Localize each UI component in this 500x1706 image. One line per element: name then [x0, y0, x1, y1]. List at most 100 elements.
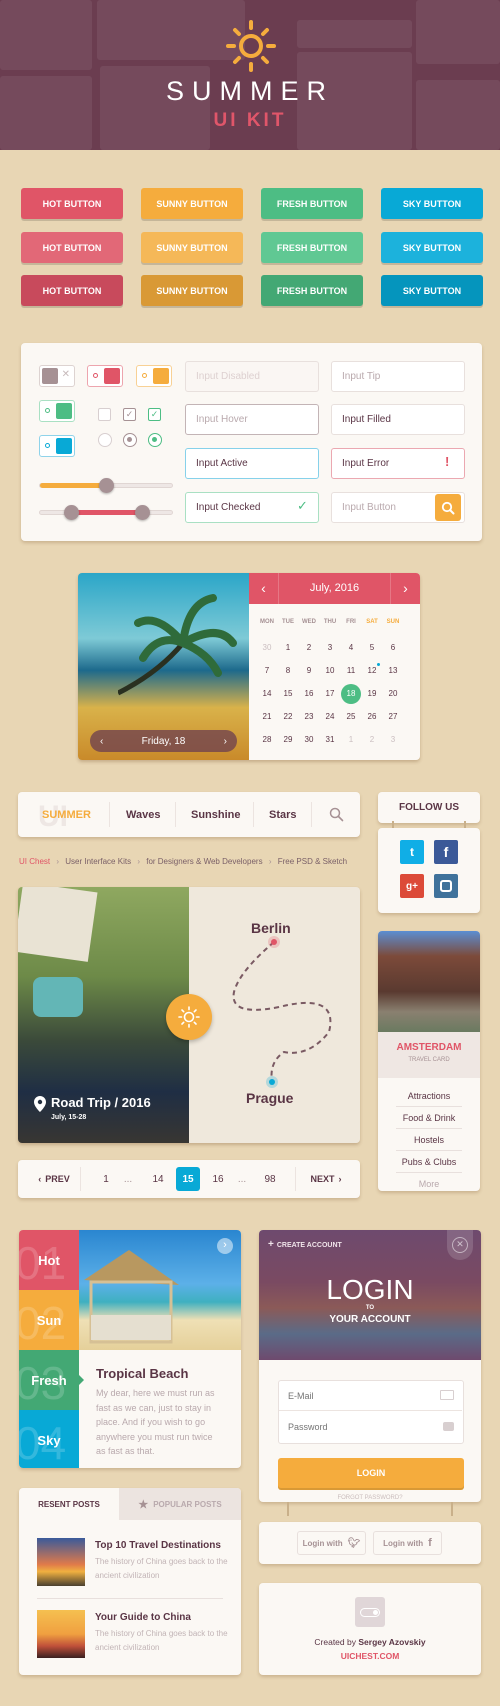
menu-item-attractions[interactable]: Attractions	[396, 1086, 462, 1107]
calendar-day[interactable]: 12	[362, 663, 382, 679]
calendar-day[interactable]: 11	[341, 663, 361, 679]
next-day-button[interactable]: ›	[224, 736, 227, 747]
next-month-button[interactable]: ›	[390, 573, 420, 604]
calendar-day[interactable]: 20	[383, 686, 403, 702]
post-title[interactable]: Your Guide to China	[95, 1612, 191, 1623]
login-with-facebook-button[interactable]: Login with f	[373, 1531, 442, 1555]
toggle-hot[interactable]	[87, 365, 123, 387]
page-14[interactable]: 14	[146, 1160, 170, 1198]
close-button[interactable]: ✕	[447, 1230, 473, 1260]
next-slide-button[interactable]: ›	[217, 1238, 233, 1254]
fresh-button[interactable]: FRESH BUTTON	[261, 188, 363, 219]
calendar-day[interactable]: 15	[278, 686, 298, 702]
nav-item-summer[interactable]: SUMMER	[42, 792, 91, 837]
breadcrumb-item-home[interactable]: UI Chest	[19, 857, 50, 866]
next-page-button[interactable]: NEXT ›	[304, 1160, 348, 1198]
calendar-day[interactable]: 21	[257, 709, 277, 725]
tab-sky[interactable]: 04 Sky	[19, 1410, 79, 1468]
range-slider-high-thumb[interactable]	[135, 505, 151, 520]
google-plus-icon[interactable]: g+	[400, 874, 424, 898]
input-filled[interactable]: Input Filled	[331, 404, 465, 435]
forgot-password-link[interactable]: FORGOT PASSWORD?	[259, 1495, 481, 1501]
twitter-icon[interactable]: t	[400, 840, 424, 864]
calendar-day[interactable]: 5	[362, 640, 382, 656]
sunny-button[interactable]: SUNNY BUTTON	[141, 188, 243, 219]
calendar-day[interactable]: 22	[278, 709, 298, 725]
nav-item-waves[interactable]: Waves	[126, 792, 160, 837]
calendar-day[interactable]: 26	[362, 709, 382, 725]
fresh-button-hover[interactable]: FRESH BUTTON	[261, 232, 363, 263]
calendar-day[interactable]: 2	[362, 732, 382, 748]
calendar-day[interactable]: 1	[278, 640, 298, 656]
calendar-day[interactable]: 30	[257, 640, 277, 656]
hot-button[interactable]: HOT BUTTON	[21, 188, 123, 219]
calendar-day[interactable]: 1	[341, 732, 361, 748]
toggle-fresh[interactable]	[39, 400, 75, 422]
menu-item-hostels[interactable]: Hostels	[396, 1130, 462, 1151]
sky-button[interactable]: SKY BUTTON	[381, 188, 483, 219]
create-account-link[interactable]: + CREATE ACCOUNT	[268, 1239, 342, 1250]
sunny-button-pressed[interactable]: SUNNY BUTTON	[141, 275, 243, 306]
login-with-twitter-button[interactable]: Login with 🐦︎	[297, 1531, 366, 1555]
sunny-button-hover[interactable]: SUNNY BUTTON	[141, 232, 243, 263]
calendar-day[interactable]: 13	[383, 663, 403, 679]
tab-sun[interactable]: 02 Sun	[19, 1290, 79, 1350]
radio-selected-green[interactable]	[148, 433, 162, 447]
menu-item-food-drink[interactable]: Food & Drink	[396, 1108, 462, 1129]
weather-button[interactable]	[166, 994, 212, 1040]
input-hover[interactable]: Input Hover	[185, 404, 319, 435]
range-slider-low-thumb[interactable]	[64, 505, 80, 520]
post-title[interactable]: Top 10 Travel Destinations	[95, 1540, 221, 1551]
range-slider-track[interactable]	[39, 510, 173, 515]
radio-selected[interactable]	[123, 433, 137, 447]
slider-thumb[interactable]	[99, 478, 114, 493]
page-1[interactable]: 1	[96, 1160, 116, 1198]
input-active[interactable]: Input Active	[185, 448, 319, 479]
checkbox-checked[interactable]: ✓	[123, 408, 136, 421]
calendar-day[interactable]: 4	[341, 640, 361, 656]
calendar-day[interactable]: 31	[320, 732, 340, 748]
calendar-day[interactable]: 29	[278, 732, 298, 748]
calendar-day[interactable]: 19	[362, 686, 382, 702]
calendar-day[interactable]: 16	[299, 686, 319, 702]
page-16[interactable]: 16	[206, 1160, 230, 1198]
tab-fresh-active[interactable]: 03 Fresh	[19, 1350, 84, 1410]
page-98[interactable]: 98	[258, 1160, 282, 1198]
breadcrumb-item[interactable]: for Designers & Web Developers	[146, 857, 262, 866]
calendar-day[interactable]: 24	[320, 709, 340, 725]
tab-recent-posts[interactable]: RESENT POSTS	[19, 1488, 119, 1520]
calendar-day[interactable]: 2	[299, 640, 319, 656]
prev-page-button[interactable]: ‹ PREV	[32, 1160, 76, 1198]
calendar-day[interactable]: 9	[299, 663, 319, 679]
calendar-day[interactable]: 14	[257, 686, 277, 702]
calendar-day-selected[interactable]: 18	[341, 684, 361, 704]
site-link[interactable]: UICHEST.COM	[259, 1651, 481, 1661]
calendar-day[interactable]: 25	[341, 709, 361, 725]
toggle-sunny[interactable]	[136, 365, 172, 387]
search-button[interactable]	[435, 494, 461, 521]
sky-button-hover[interactable]: SKY BUTTON	[381, 232, 483, 263]
toggle-off[interactable]: ✕	[39, 365, 75, 387]
calendar-day[interactable]: 17	[320, 686, 340, 702]
calendar-day[interactable]: 28	[257, 732, 277, 748]
calendar-day[interactable]: 8	[278, 663, 298, 679]
menu-item-pubs-clubs[interactable]: Pubs & Clubs	[396, 1152, 462, 1173]
calendar-day[interactable]: 23	[299, 709, 319, 725]
sky-button-pressed[interactable]: SKY BUTTON	[381, 275, 483, 306]
login-button[interactable]: LOGIN	[278, 1458, 464, 1488]
email-input[interactable]	[279, 1381, 462, 1411]
input-tip[interactable]: Input Tip	[331, 361, 465, 392]
page-15-current[interactable]: 15	[176, 1167, 200, 1191]
password-input[interactable]	[279, 1412, 462, 1442]
calendar-day[interactable]: 30	[299, 732, 319, 748]
calendar-day[interactable]: 27	[383, 709, 403, 725]
tab-hot[interactable]: 01 Hot	[19, 1230, 79, 1290]
calendar-day[interactable]: 7	[257, 663, 277, 679]
previous-day-button[interactable]: ‹	[100, 736, 103, 747]
search-icon[interactable]	[329, 807, 344, 822]
calendar-day[interactable]: 10	[320, 663, 340, 679]
hot-button-hover[interactable]: HOT BUTTON	[21, 232, 123, 263]
radio-unselected[interactable]	[98, 433, 112, 447]
nav-item-stars[interactable]: Stars	[269, 792, 297, 837]
nav-item-sunshine[interactable]: Sunshine	[191, 792, 241, 837]
